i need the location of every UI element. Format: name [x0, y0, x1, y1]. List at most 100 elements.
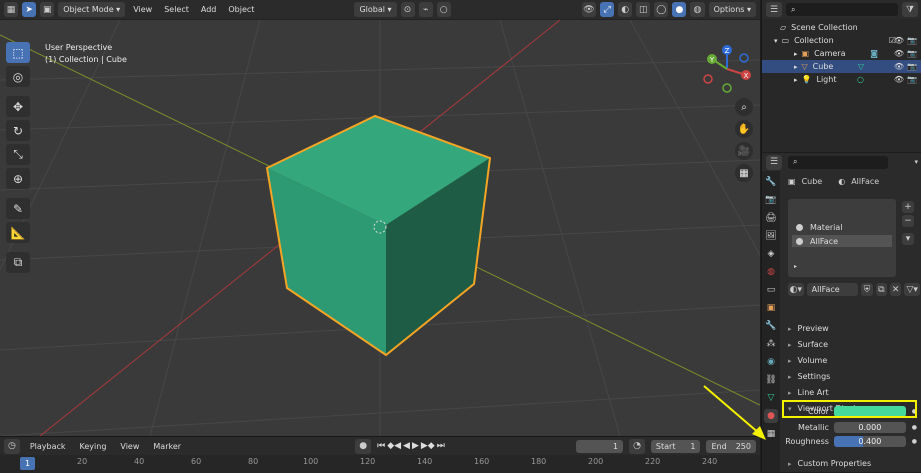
- properties-editor-icon[interactable]: ☰: [766, 154, 782, 170]
- keying-menu[interactable]: Keying: [76, 442, 111, 451]
- pivot-icon[interactable]: ⊙: [400, 2, 415, 17]
- frame-ruler[interactable]: 1 20 40 60 80 100 120 140 160 180 200 22…: [0, 455, 760, 473]
- unlink-icon[interactable]: ✕: [890, 283, 902, 296]
- tool-tab-icon[interactable]: 🔧: [764, 175, 778, 189]
- object-tab-icon[interactable]: ▣: [764, 301, 778, 315]
- object-mode-dropdown[interactable]: Object Mode ▾: [58, 2, 126, 17]
- filter-icon[interactable]: ⧩: [902, 2, 918, 17]
- material-slots-list[interactable]: Material AllFace ▸: [788, 199, 896, 277]
- transform-tool-icon[interactable]: ⊕: [6, 168, 30, 189]
- output-tab-icon[interactable]: 🖨: [764, 211, 778, 225]
- select-cursor-icon[interactable]: ➤: [22, 2, 37, 17]
- render-tab-icon[interactable]: 📷: [764, 193, 778, 207]
- duplicate-icon[interactable]: ⧉: [875, 283, 888, 296]
- roughness-slider[interactable]: 0.400: [833, 436, 906, 447]
- browse-material-icon[interactable]: ◐▾: [788, 283, 804, 296]
- eye-icon[interactable]: 👁: [894, 62, 904, 71]
- shading-material-icon[interactable]: ◍: [690, 2, 705, 17]
- fake-user-icon[interactable]: ⛨: [861, 283, 873, 296]
- slot-menu-icon[interactable]: ▾: [902, 233, 914, 245]
- object-menu[interactable]: Object: [224, 5, 258, 14]
- next-key-icon[interactable]: ▶◆: [421, 441, 435, 451]
- expand-icon[interactable]: ▸: [794, 63, 798, 71]
- prev-key-icon[interactable]: ◆◀: [387, 441, 401, 451]
- outliner[interactable]: ☰ ⌕ ⧩ ▱ Scene Collection ▾ ▭ Collection …: [761, 0, 921, 152]
- timeline-editor[interactable]: ◷ Playback Keying View Marker ● ⏮ ◆◀ ◀ ▶…: [0, 436, 760, 473]
- world-tab-icon[interactable]: ◍: [764, 265, 778, 279]
- expand-list-icon[interactable]: ▸: [794, 263, 797, 270]
- expand-icon[interactable]: ▸: [794, 50, 798, 58]
- collection-tab-icon[interactable]: ▭: [764, 283, 778, 297]
- panel-volume[interactable]: ▸ Volume: [782, 353, 921, 368]
- outliner-editor-icon[interactable]: ☰: [766, 2, 782, 17]
- grid-toggle-icon[interactable]: ▦: [735, 164, 753, 182]
- particles-tab-icon[interactable]: ⁂: [764, 337, 778, 351]
- render-camera-icon[interactable]: 📷: [907, 49, 917, 58]
- jump-start-icon[interactable]: ⏮: [377, 441, 385, 451]
- playhead[interactable]: 1: [20, 457, 35, 470]
- select-tool-icon[interactable]: ⬚: [6, 42, 30, 63]
- material-slot[interactable]: AllFace: [792, 235, 892, 247]
- annotate-tool-icon[interactable]: ✎: [6, 198, 30, 219]
- visibility-icon[interactable]: 👁: [581, 2, 597, 17]
- outliner-search-input[interactable]: ⌕: [786, 3, 898, 16]
- editor-type-icon[interactable]: ▦: [4, 2, 19, 17]
- pan-hand-icon[interactable]: ✋: [735, 120, 753, 138]
- panel-preview[interactable]: ▸ Preview: [782, 321, 921, 336]
- timeline-view-menu[interactable]: View: [116, 442, 143, 451]
- outliner-item-camera[interactable]: ▸ ▣ Camera ◙ 👁 📷: [762, 47, 921, 60]
- transform-orientation-dropdown[interactable]: Global ▾: [354, 2, 397, 17]
- collapse-icon[interactable]: ▾: [914, 158, 918, 166]
- expand-icon[interactable]: ▸: [794, 76, 798, 84]
- keyframe-dot-icon[interactable]: ●: [912, 424, 917, 431]
- eye-icon[interactable]: 👁: [894, 36, 904, 45]
- zoom-icon[interactable]: ⌕: [735, 98, 753, 116]
- move-tool-icon[interactable]: ✥: [6, 96, 30, 117]
- play-icon[interactable]: ▶: [412, 441, 419, 451]
- navigation-gizmo[interactable]: Z Y X: [702, 44, 752, 94]
- select-menu[interactable]: Select: [160, 5, 193, 14]
- add-slot-icon[interactable]: +: [902, 201, 914, 213]
- outliner-item-light[interactable]: ▸ 💡 Light ○ 👁 📷: [762, 73, 921, 86]
- snap-icon[interactable]: ⌁: [418, 2, 433, 17]
- marker-menu[interactable]: Marker: [149, 442, 185, 451]
- expand-icon[interactable]: ▾: [774, 37, 778, 45]
- gizmo-icon[interactable]: ⤢: [600, 2, 615, 17]
- collection-row[interactable]: ▾ ▭ Collection ☑ 👁 📷: [762, 34, 921, 47]
- view-layer-tab-icon[interactable]: 🖼: [764, 229, 778, 243]
- link-mode-icon[interactable]: ▽▾: [904, 283, 920, 296]
- panel-custom-properties[interactable]: ▸ Custom Properties: [782, 456, 921, 471]
- properties-search-input[interactable]: ⌕: [788, 155, 888, 169]
- options-dropdown[interactable]: Options ▾: [708, 2, 756, 17]
- clock-icon[interactable]: ◔: [629, 438, 645, 454]
- select-box-icon[interactable]: ▣: [40, 2, 55, 17]
- material-slot[interactable]: Material: [792, 221, 892, 233]
- render-camera-icon[interactable]: 📷: [907, 62, 917, 71]
- eye-icon[interactable]: 👁: [894, 49, 904, 58]
- jump-end-icon[interactable]: ⏭: [437, 441, 445, 451]
- outliner-item-cube[interactable]: ▸ ▽ Cube ▽ 👁 📷: [762, 60, 921, 73]
- play-reverse-icon[interactable]: ◀: [403, 441, 410, 451]
- physics-tab-icon[interactable]: ◉: [764, 355, 778, 369]
- panel-settings[interactable]: ▸ Settings: [782, 369, 921, 384]
- start-frame-field[interactable]: Start 1: [650, 439, 701, 453]
- modifier-tab-icon[interactable]: 🔧: [764, 319, 778, 333]
- remove-slot-icon[interactable]: −: [902, 215, 914, 227]
- timeline-editor-icon[interactable]: ◷: [4, 438, 20, 454]
- properties-editor[interactable]: ☰ ⌕ ▾ 🔧 📷 🖨 🖼 ◈ ◍ ▭ ▣ 🔧 ⁂ ◉ ⛓ ▽ ● ▦ ▣ Cu…: [761, 153, 921, 472]
- proportional-edit-icon[interactable]: ○: [436, 2, 451, 17]
- eye-icon[interactable]: 👁: [894, 75, 904, 84]
- xray-icon[interactable]: ◫: [636, 2, 651, 17]
- render-camera-icon[interactable]: 📷: [907, 36, 917, 45]
- scene-collection-row[interactable]: ▱ Scene Collection: [762, 21, 921, 34]
- scale-tool-icon[interactable]: ⤡: [6, 144, 30, 165]
- metallic-slider[interactable]: 0.000: [833, 422, 906, 433]
- camera-view-icon[interactable]: 🎥: [735, 142, 753, 160]
- keyframe-dot-icon[interactable]: ●: [912, 438, 917, 445]
- playback-menu[interactable]: Playback: [26, 442, 70, 451]
- panel-line-art[interactable]: ▸ Line Art: [782, 385, 921, 400]
- rotate-tool-icon[interactable]: ↻: [6, 120, 30, 141]
- material-name-field[interactable]: AllFace: [806, 283, 859, 296]
- record-icon[interactable]: ●: [355, 438, 372, 454]
- panel-surface[interactable]: ▸ Surface: [782, 337, 921, 352]
